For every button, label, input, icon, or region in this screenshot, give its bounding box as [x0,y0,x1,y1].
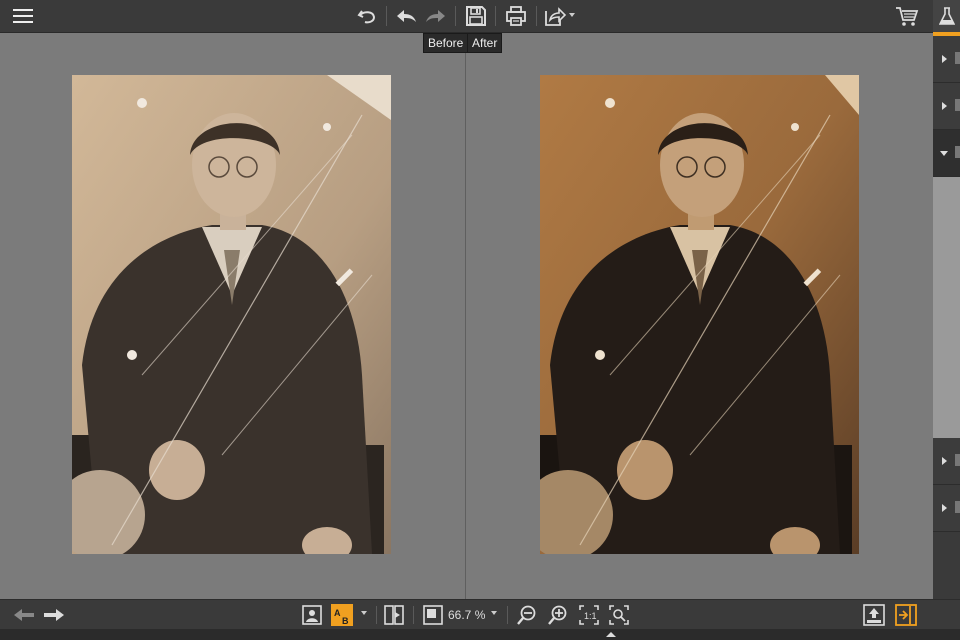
lab-tab[interactable] [933,0,960,32]
bottom-toolbar: A B 66.7 % 1:1 [0,599,960,630]
before-photo [72,75,391,554]
redo-button[interactable] [422,2,450,30]
panel-item-4[interactable] [933,438,960,485]
before-after-icon: A B [331,604,353,626]
expand-arrow-icon [942,457,947,465]
cart-button[interactable] [893,2,921,30]
expand-arrow-icon [942,102,947,110]
expand-arrow-icon [942,55,947,63]
arrow-right-icon [44,609,64,621]
zoom-fit-button[interactable] [607,603,631,627]
save-icon [466,6,486,26]
svg-text:A: A [334,608,341,618]
panel-item-2[interactable] [933,83,960,130]
hamburger-icon [13,9,33,23]
actual-size-icon: 1:1 [579,605,599,625]
zoom-in-icon [548,605,567,625]
undo-icon [397,10,416,22]
share-icon [545,7,567,26]
collapse-filmstrip-icon[interactable] [606,632,616,637]
upload-icon [863,604,885,626]
fit-window-icon [423,605,443,625]
undo-button[interactable] [392,2,420,30]
flask-icon [938,7,955,25]
share-button[interactable] [541,2,569,30]
before-after-view-button[interactable]: A B [330,603,354,627]
top-toolbar [0,0,960,33]
swap-view-button[interactable] [382,603,406,627]
redo-icon [426,10,445,22]
status-strip [0,629,960,640]
portrait-view-icon [302,605,322,625]
arrow-left-icon [14,609,34,621]
svg-text:1:1: 1:1 [584,611,597,621]
after-tooltip: After [467,33,503,53]
expand-arrow-icon [942,504,947,512]
reset-button[interactable] [353,2,381,30]
actual-size-button[interactable]: 1:1 [577,603,601,627]
print-icon [506,6,526,26]
after-photo [540,75,859,554]
panel-item-1[interactable] [933,36,960,83]
single-view-button[interactable] [300,603,324,627]
panel-item-5[interactable] [933,485,960,532]
collapse-arrow-icon [940,151,948,156]
reset-icon [357,10,376,24]
svg-text:B: B [342,616,349,626]
panel-toggle-button[interactable] [894,603,918,627]
print-button[interactable] [502,2,530,30]
zoom-in-button[interactable] [546,603,570,627]
panel-item-3[interactable] [933,130,960,177]
right-panel [933,0,960,599]
zoom-dropdown-chevron-icon[interactable] [491,611,497,615]
zoom-fit-icon [609,605,629,625]
share-dropdown-chevron-icon[interactable] [569,13,575,17]
fit-to-window-button[interactable] [421,603,445,627]
zoom-out-icon [517,605,536,625]
split-divider[interactable] [465,33,466,599]
swap-compare-icon [384,605,404,625]
panel-toggle-icon [895,604,917,626]
shopping-cart-icon [896,7,919,26]
previous-image-button[interactable] [12,603,36,627]
save-button[interactable] [462,2,490,30]
next-image-button[interactable] [42,603,66,627]
view-mode-dropdown-chevron-icon[interactable] [361,611,367,615]
menu-button[interactable] [9,2,37,30]
before-tooltip: Before [423,33,469,53]
zoom-level-value[interactable]: 66.7 % [448,608,485,622]
export-button[interactable] [862,603,886,627]
zoom-out-button[interactable] [515,603,539,627]
